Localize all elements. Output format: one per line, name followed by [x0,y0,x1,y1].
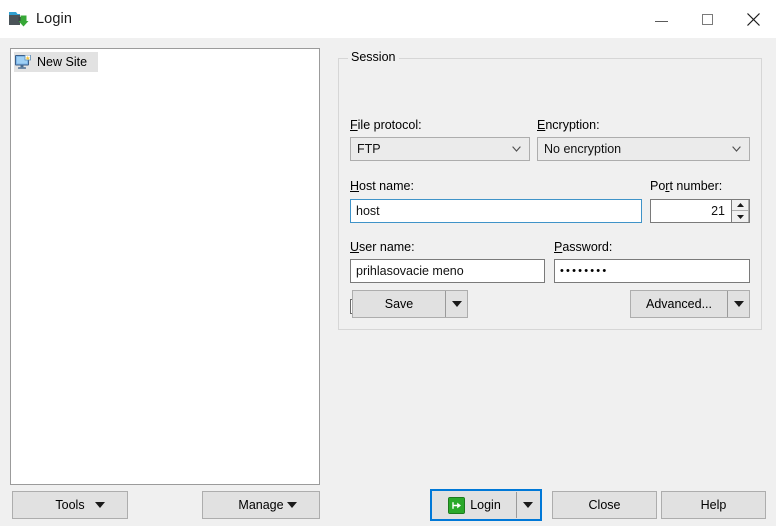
maximize-button[interactable] [684,0,730,38]
user-name-input[interactable]: prihlasovacie meno [350,259,545,283]
user-name-label: User name: [350,240,415,254]
tree-item-new-site[interactable]: New Site [14,52,98,72]
save-button-label: Save [384,297,414,311]
dialog-client-area: New Site Session File protocol: FTP Encr… [0,38,776,526]
close-icon [746,12,760,26]
host-name-value: host [356,204,380,218]
manage-button-label: Manage [238,498,284,512]
chevron-down-icon [287,502,297,508]
login-button[interactable]: Login [430,489,542,521]
port-spinner-down[interactable] [732,211,749,222]
close-button-label: Close [588,498,621,512]
caret-down-icon [736,214,744,219]
encryption-select[interactable]: No encryption [537,137,750,161]
new-site-icon [15,54,32,70]
advanced-button[interactable]: Advanced... [630,290,750,318]
chevron-down-icon [732,146,741,152]
password-input[interactable]: •••••••• [554,259,750,283]
advanced-button-label: Advanced... [645,297,712,311]
port-number-stepper[interactable] [731,200,749,222]
login-button-label: Login [470,498,501,512]
chevron-down-icon [733,301,744,307]
chevron-down-icon [95,502,105,508]
tree-item-label: New Site [37,55,88,69]
chevron-down-icon [523,502,533,508]
help-button[interactable]: Help [661,491,766,519]
close-dialog-button[interactable]: Close [552,491,657,519]
login-arrow-icon [448,496,466,514]
encryption-label: Encryption: [537,118,600,132]
file-protocol-select[interactable]: FTP [350,137,530,161]
title-bar: Login [0,0,776,38]
chevron-down-icon [512,146,521,152]
port-number-label: Port number: [650,179,723,193]
save-dropdown-button[interactable] [445,291,467,317]
encryption-value: No encryption [544,142,622,156]
help-button-label: Help [700,498,727,512]
maximize-icon [701,13,713,25]
password-label: Password: [554,240,613,254]
window-title: Login [36,11,72,27]
close-button[interactable] [730,0,776,38]
advanced-dropdown-button[interactable] [727,291,749,317]
password-value: •••••••• [560,264,609,277]
file-protocol-label: File protocol: [350,118,422,132]
manage-button[interactable]: Manage [202,491,320,519]
minimize-button[interactable] [638,0,684,38]
session-groupbox-title: Session [348,50,400,64]
port-spinner-up[interactable] [732,200,749,211]
save-button[interactable]: Save [352,290,468,318]
minimize-icon [654,21,668,22]
user-name-value: prihlasovacie meno [356,264,464,278]
host-name-input[interactable]: host [350,199,642,223]
file-protocol-value: FTP [357,142,381,156]
site-tree-panel[interactable]: New Site [10,48,320,485]
tools-button-label: Tools [55,498,85,512]
host-name-label: Host name: [350,179,414,193]
tools-button[interactable]: Tools [12,491,128,519]
login-button-main[interactable]: Login [433,492,516,518]
chevron-down-icon [451,301,462,307]
window-controls [638,0,776,38]
winscp-icon [7,8,29,30]
login-dropdown-button[interactable] [516,492,539,518]
caret-up-icon [736,203,744,207]
port-number-input[interactable]: 21 [650,199,750,223]
